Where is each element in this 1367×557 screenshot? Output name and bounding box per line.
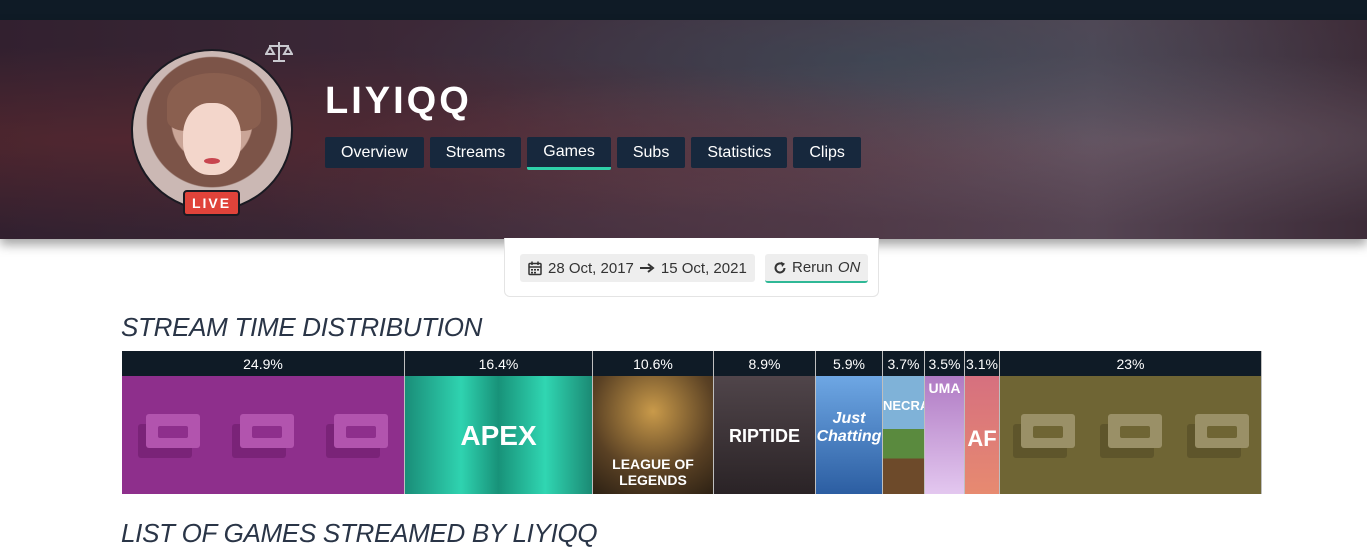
game-cover-just-chatting: Just Chatting bbox=[816, 376, 882, 494]
game-cover-apex-legends: APEX bbox=[405, 376, 592, 494]
gamepad-icon bbox=[1012, 412, 1075, 460]
cover-title: UMA bbox=[928, 380, 961, 396]
segment-percentage: 23% bbox=[1000, 351, 1261, 376]
gamepad-icon bbox=[232, 412, 294, 460]
date-start: 28 Oct, 2017 bbox=[548, 259, 634, 277]
tab-clips[interactable]: Clips bbox=[793, 137, 861, 168]
cover-title: AF bbox=[967, 426, 997, 451]
games-list-title: LIST OF GAMES STREAMED BY LIYIQQ bbox=[121, 518, 598, 548]
cover-title: Just Chatting bbox=[816, 410, 882, 445]
game-cover-league-of-legends: LEAGUE OF LEGENDS bbox=[593, 376, 713, 494]
arrow-right-icon bbox=[639, 263, 655, 273]
channel-name: LIYIQQ bbox=[325, 80, 472, 122]
gamepad-icon bbox=[1186, 412, 1249, 460]
top-navbar bbox=[0, 0, 1367, 20]
distribution-segment-counter-strike-riptide[interactable]: 8.9% RIPTIDE bbox=[714, 351, 816, 494]
date-range-picker[interactable]: 28 Oct, 2017 15 Oct, 2021 bbox=[520, 254, 755, 282]
cover-title: APEX bbox=[460, 420, 537, 451]
distribution-segment-minecraft[interactable]: 3.7% NECRA bbox=[883, 351, 925, 494]
game-cover-unknown-game-placeholder bbox=[1000, 376, 1261, 494]
live-badge: LIVE bbox=[183, 190, 240, 216]
distribution-title: STREAM TIME DISTRIBUTION bbox=[121, 312, 483, 342]
stream-time-distribution: 24.9% 16.4% APEX 10.6% LEAGUE OF LEGENDS 8.9%… bbox=[122, 351, 1262, 494]
tab-streams[interactable]: Streams bbox=[429, 137, 522, 168]
distribution-segment-human-fall-flat[interactable]: 3.5% UMA bbox=[925, 351, 965, 494]
distribution-segment-unknown-game-placeholder[interactable]: 24.9% bbox=[122, 351, 405, 494]
segment-percentage: 10.6% bbox=[593, 351, 713, 376]
game-cover-minecraft: NECRA bbox=[883, 376, 924, 494]
tab-games[interactable]: Games bbox=[527, 137, 611, 170]
game-cover-party-animals: AF bbox=[965, 376, 999, 494]
date-end: 15 Oct, 2021 bbox=[660, 259, 747, 277]
game-cover-human-fall-flat: UMA bbox=[925, 376, 964, 494]
distribution-segment-league-of-legends[interactable]: 10.6% LEAGUE OF LEGENDS bbox=[593, 351, 714, 494]
distribution-segment-party-animals[interactable]: 3.1% AF bbox=[965, 351, 1000, 494]
channel-nav: Overview Streams Games Subs Statistics Clips bbox=[325, 137, 861, 170]
segment-percentage: 8.9% bbox=[714, 351, 815, 376]
gamepad-icon bbox=[1099, 412, 1162, 460]
rerun-label: Rerun bbox=[792, 259, 833, 276]
distribution-segment-just-chatting[interactable]: 5.9% Just Chatting bbox=[816, 351, 883, 494]
channel-avatar[interactable] bbox=[131, 49, 293, 211]
gamepad-icon bbox=[138, 412, 200, 460]
cover-title: RIPTIDE bbox=[728, 426, 800, 446]
calendar-icon bbox=[528, 261, 542, 275]
cover-title: LEAGUE OF LEGENDS bbox=[612, 456, 694, 488]
game-cover-counter-strike-riptide: RIPTIDE bbox=[714, 376, 815, 494]
game-cover-unknown-game-placeholder bbox=[122, 376, 404, 494]
refresh-icon bbox=[774, 261, 786, 273]
tab-statistics[interactable]: Statistics bbox=[691, 137, 788, 168]
segment-percentage: 3.7% bbox=[883, 351, 924, 376]
gamepad-icon bbox=[326, 412, 388, 460]
segment-percentage: 3.1% bbox=[965, 351, 999, 376]
rerun-state: ON bbox=[837, 259, 861, 276]
distribution-segment-apex-legends[interactable]: 16.4% APEX bbox=[405, 351, 593, 494]
segment-percentage: 5.9% bbox=[816, 351, 882, 376]
scale-icon[interactable] bbox=[265, 40, 293, 64]
segment-percentage: 24.9% bbox=[122, 351, 404, 376]
tab-subs[interactable]: Subs bbox=[616, 137, 686, 168]
distribution-segment-unknown-game-placeholder[interactable]: 23% bbox=[1000, 351, 1262, 494]
cover-title: NECRA bbox=[883, 398, 925, 413]
segment-percentage: 16.4% bbox=[405, 351, 592, 376]
tab-overview[interactable]: Overview bbox=[325, 137, 424, 168]
rerun-toggle[interactable]: Rerun ON bbox=[765, 254, 869, 283]
segment-percentage: 3.5% bbox=[925, 351, 964, 376]
